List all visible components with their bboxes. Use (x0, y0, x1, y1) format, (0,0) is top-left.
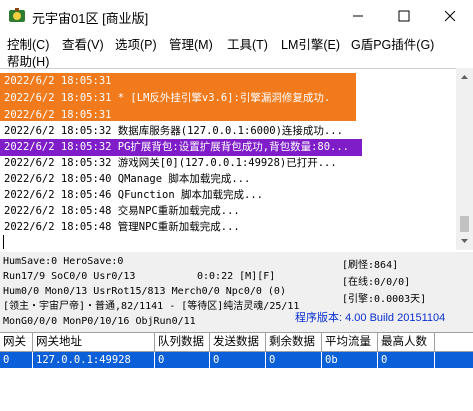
menu-lm-engine[interactable]: LM引擎(E) (281, 34, 340, 53)
table-cell: 0 (0, 352, 33, 368)
column-header[interactable]: 网关 (0, 333, 33, 351)
online-count: [在线:0/0/0] (342, 277, 411, 288)
save-stats: HumSave:0 HeroSave:0 (3, 256, 124, 267)
object-stats: Hum0/0 Mon0/13 UsrRot15/813 Merch0/0 Npc… (3, 286, 286, 297)
log-vertical-scrollbar[interactable] (456, 68, 473, 250)
table-header: 网关 网关地址 队列数据 发送数据 剩余数据 平均流量 最高人数 (0, 333, 473, 352)
text-cursor (3, 235, 4, 249)
status-panel: HumSave:0 HeroSave:0 Run17/9 SoC0/0 Usr0… (0, 252, 473, 332)
maximize-icon (398, 10, 410, 22)
table-cell: 0 (378, 352, 435, 368)
scroll-down-icon[interactable] (456, 234, 473, 248)
column-header[interactable]: 平均流量 (322, 333, 378, 351)
table-cell: 127.0.0.1:49928 (33, 352, 155, 368)
uptime: 0:0:22 [M][F] (197, 271, 276, 282)
engine-uptime: [引擎:0.0003天] (342, 294, 427, 305)
table-row[interactable]: 0 127.0.0.1:49928 0 0 0 0b 0 (0, 352, 473, 368)
scroll-up-icon[interactable] (456, 70, 473, 84)
log-line: 2022/6/2 18:05:46 QFunction 脚本加载完成... (4, 189, 263, 201)
title-bar: 元宇宙01区 [商业版] (0, 0, 473, 32)
map-info: [领主・宇宙尸帝]・普通,82/1141 - [等待区]纯洁灵魂/25/11 (3, 301, 300, 312)
run-stats: Run17/9 SoC0/0 Usr0/13 (3, 271, 136, 282)
log-line: 2022/6/2 18:05:32 游戏网关[0](127.0.0.1:4992… (4, 157, 337, 169)
monster-stats: MonG0/0/0 MonP0/10/16 ObjRun0/11 (3, 316, 196, 327)
column-header[interactable]: 发送数据 (210, 333, 266, 351)
log-line: 2022/6/2 18:05:32 数据库服务器(127.0.0.1:6000)… (4, 125, 343, 137)
table-cell: 0 (210, 352, 266, 368)
table-cell: 0 (155, 352, 210, 368)
menu-g-shield[interactable]: G盾PG插件(G) (351, 34, 434, 53)
gateway-table[interactable]: 网关 网关地址 队列数据 发送数据 剩余数据 平均流量 最高人数 0 127.0… (0, 332, 473, 411)
log-line: 2022/6/2 18:05:31 (0, 107, 356, 121)
close-icon (444, 10, 456, 22)
menu-manage[interactable]: 管理(M) (169, 34, 213, 53)
menu-tools[interactable]: 工具(T) (227, 34, 268, 53)
table-cell: 0b (322, 352, 378, 368)
table-cell: 0 (266, 352, 322, 368)
column-header[interactable]: 队列数据 (155, 333, 210, 351)
log-line: 2022/6/2 18:05:31 (0, 73, 356, 90)
minimize-icon (353, 15, 363, 17)
log-line: 2022/6/2 18:05:48 交易NPC重新加载完成... (4, 205, 240, 217)
scrollbar-thumb[interactable] (460, 216, 469, 232)
window-title: 元宇宙01区 [商业版] (32, 11, 149, 26)
log-line: 2022/6/2 18:05:40 QManage 脚本加载完成... (4, 173, 251, 185)
log-line: 2022/6/2 18:05:31 * [LM反外挂引擎v3.6]:引擎漏洞修复… (0, 90, 356, 107)
menu-options[interactable]: 选项(P) (115, 34, 157, 53)
maximize-button[interactable] (381, 0, 427, 32)
column-header[interactable]: 网关地址 (33, 333, 155, 351)
menu-bar: 控制(C) 查看(V) 选项(P) 管理(M) 工具(T) LM引擎(E) G盾… (0, 32, 473, 69)
app-icon (9, 8, 25, 22)
log-panel[interactable]: 2022/6/2 18:05:31 2022/6/2 18:05:31 * [L… (0, 68, 456, 251)
log-line: 2022/6/2 18:05:48 管理NPC重新加载完成... (4, 221, 240, 233)
column-header[interactable]: 最高人数 (378, 333, 435, 351)
version-label: 程序版本: 4.00 Build 20151104 (295, 312, 446, 324)
close-button[interactable] (427, 0, 473, 32)
log-line: 2022/6/2 18:05:32 PG扩展背包:设置扩展背包成功,背包数量:8… (0, 139, 362, 156)
column-header[interactable]: 剩余数据 (266, 333, 322, 351)
menu-view[interactable]: 查看(V) (62, 34, 104, 53)
refresh-count: [刷怪:864] (342, 260, 399, 271)
minimize-button[interactable] (335, 0, 381, 32)
